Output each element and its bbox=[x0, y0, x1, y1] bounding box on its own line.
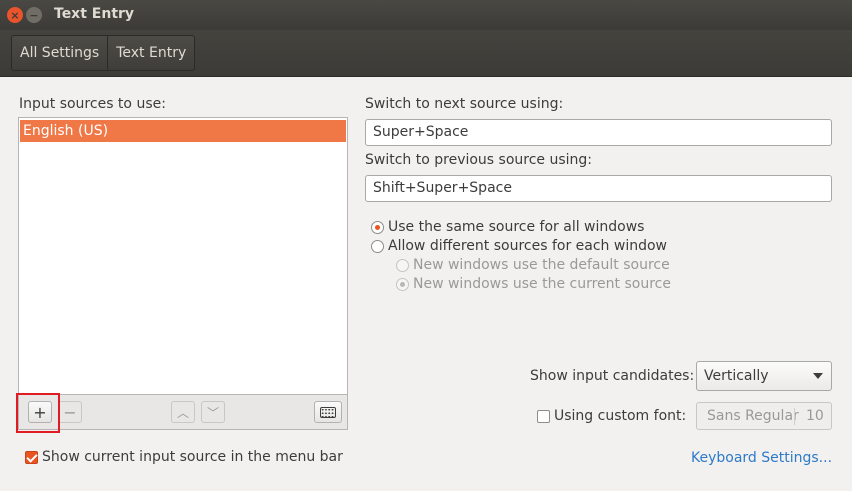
same-source-radio[interactable] bbox=[371, 221, 384, 234]
input-candidates-dropdown[interactable]: Vertically bbox=[696, 361, 832, 391]
list-item[interactable]: English (US) bbox=[20, 120, 346, 142]
font-name: Sans Regular bbox=[707, 408, 799, 424]
breadcrumb: All Settings Text Entry bbox=[11, 35, 196, 71]
next-source-shortcut-field[interactable]: Super+Space bbox=[365, 119, 832, 146]
minus-icon: − bbox=[63, 402, 77, 422]
breadcrumb-all-settings[interactable]: All Settings bbox=[12, 36, 107, 70]
minimize-icon: − bbox=[29, 8, 39, 22]
dropdown-arrow-icon bbox=[813, 373, 823, 379]
show-in-menu-bar-checkbox[interactable] bbox=[25, 451, 38, 464]
different-sources-radio[interactable] bbox=[371, 240, 384, 253]
add-button-highlight bbox=[16, 393, 60, 433]
keyboard-layout-button[interactable] bbox=[314, 401, 342, 423]
input-candidates-label: Show input candidates: bbox=[530, 368, 695, 384]
input-candidates-value: Vertically bbox=[704, 368, 769, 384]
show-in-menu-bar-label[interactable]: Show current input source in the menu ba… bbox=[42, 449, 343, 465]
new-current-radio bbox=[396, 278, 409, 291]
custom-font-label[interactable]: Using custom font: bbox=[554, 408, 686, 424]
prev-source-label: Switch to previous source using: bbox=[365, 152, 593, 168]
input-sources-list[interactable]: English (US) bbox=[18, 117, 348, 395]
same-source-label[interactable]: Use the same source for all windows bbox=[388, 219, 644, 235]
prev-source-shortcut-field[interactable]: Shift+Super+Space bbox=[365, 175, 832, 202]
font-chooser-button: Sans Regular 10 bbox=[696, 402, 832, 430]
keyboard-settings-link[interactable]: Keyboard Settings... bbox=[691, 450, 832, 466]
keyboard-icon bbox=[320, 406, 336, 418]
different-sources-label[interactable]: Allow different sources for each window bbox=[388, 238, 667, 254]
new-current-label: New windows use the current source bbox=[413, 276, 671, 292]
remove-source-button[interactable]: − bbox=[58, 401, 82, 423]
minimize-window-button[interactable]: − bbox=[26, 7, 42, 23]
move-up-button[interactable]: ︿ bbox=[171, 401, 195, 423]
input-sources-label: Input sources to use: bbox=[19, 96, 166, 112]
window-title: Text Entry bbox=[54, 6, 135, 22]
move-down-button[interactable]: ﹀ bbox=[201, 401, 225, 423]
next-source-label: Switch to next source using: bbox=[365, 96, 564, 112]
breadcrumb-text-entry[interactable]: Text Entry bbox=[107, 36, 194, 70]
close-window-button[interactable]: × bbox=[7, 7, 23, 23]
header-toolbar: All Settings Text Entry bbox=[0, 30, 852, 77]
title-bar: × − Text Entry bbox=[0, 0, 852, 30]
input-sources-toolbar: + − ︿ ﹀ bbox=[18, 395, 348, 430]
custom-font-checkbox[interactable] bbox=[537, 410, 550, 423]
font-separator bbox=[794, 408, 795, 425]
chevron-down-icon: ﹀ bbox=[206, 405, 219, 420]
font-size: 10 bbox=[806, 408, 824, 424]
new-default-label: New windows use the default source bbox=[413, 257, 670, 273]
new-default-radio bbox=[396, 259, 409, 272]
chevron-up-icon: ︿ bbox=[176, 405, 189, 420]
close-icon: × bbox=[10, 8, 20, 22]
